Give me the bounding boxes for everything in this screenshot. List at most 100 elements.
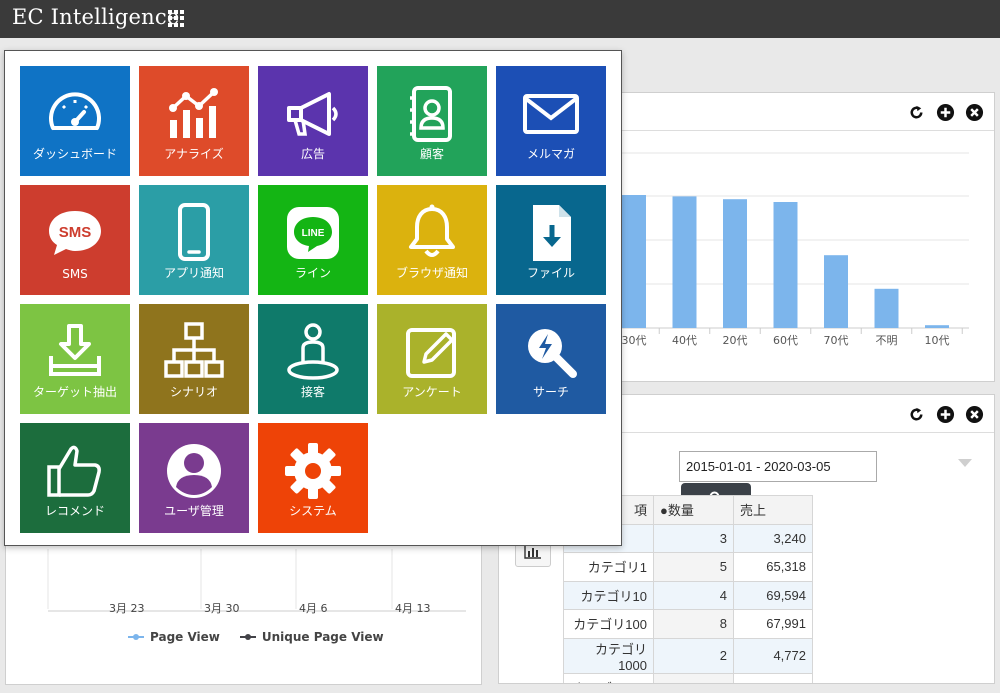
legend-marker-icon <box>128 632 144 642</box>
bar[interactable] <box>672 196 697 328</box>
sales-cell: 69,594 <box>733 580 813 610</box>
menu-tile-user-management[interactable]: ユーザ管理 <box>139 423 249 533</box>
menu-tile-analyze[interactable]: アナライズ <box>139 66 249 176</box>
dashboard-icon <box>49 92 101 130</box>
bar[interactable] <box>874 288 899 328</box>
x-tick-label: 60代 <box>773 334 798 347</box>
chevron-down-icon[interactable] <box>958 459 972 467</box>
menu-tile-label: 顧客 <box>419 147 444 161</box>
count-cell: 4 <box>653 580 734 610</box>
x-tick-label: 20代 <box>723 334 748 347</box>
app-launcher-menu: ダッシュボード アナライズ 広告 顧客 メルマガ SMS SMS アプリ通知 L… <box>4 50 622 546</box>
count-cell: 2 <box>653 637 734 674</box>
menu-tile-system[interactable]: システム <box>258 423 368 533</box>
svg-text:LINE: LINE <box>302 228 325 239</box>
category-cell: カテゴリ1000 <box>563 637 654 674</box>
user-icon <box>167 444 221 498</box>
scenario-icon <box>164 322 224 378</box>
bar[interactable] <box>723 199 747 328</box>
sms-icon: SMS <box>49 211 101 255</box>
menu-tile-scenario[interactable]: シナリオ <box>139 304 249 414</box>
category-cell: カテゴリ10 <box>563 580 654 610</box>
menu-tile-customers[interactable]: 顧客 <box>377 66 487 176</box>
menu-tile-dashboard[interactable]: ダッシュボード <box>20 66 130 176</box>
line-icon: LINE <box>287 207 339 259</box>
bar[interactable] <box>925 325 949 328</box>
bar[interactable] <box>773 202 798 328</box>
x-tick-label: 3月 30 <box>204 602 240 615</box>
menu-tile-app-notification[interactable]: アプリ通知 <box>139 185 249 295</box>
sales-cell: 65,318 <box>733 552 813 582</box>
count-cell: 3 <box>653 672 734 683</box>
category-cell: カテゴリ1 <box>563 552 654 582</box>
x-tick-label: 3月 23 <box>109 602 145 615</box>
menu-tile-label: ダッシュボード <box>32 147 117 161</box>
x-tick-label: 不明 <box>876 334 898 347</box>
menu-tile-label: ユーザ管理 <box>164 504 224 518</box>
table-row[interactable]: カテゴリ102351,625 <box>563 672 813 683</box>
refresh-icon[interactable] <box>907 405 926 424</box>
app-grid-icon[interactable] <box>168 10 185 27</box>
megaphone-icon <box>287 92 338 136</box>
analyze-icon <box>169 88 218 138</box>
table-row[interactable]: カテゴリ1000 2 4,772 <box>563 637 813 674</box>
x-tick-label: 40代 <box>672 334 697 347</box>
menu-tile-ads[interactable]: 広告 <box>258 66 368 176</box>
legend-marker-icon <box>239 632 256 642</box>
column-header[interactable]: 売上 <box>733 495 813 525</box>
menu-tile-label: メルマガ <box>526 147 575 161</box>
category-cell: カテゴリ100 <box>563 609 654 639</box>
menu-tile-label: アンケート <box>402 385 462 399</box>
x-tick-label: 30代 <box>622 334 647 347</box>
mail-icon <box>523 94 579 134</box>
menu-tile-label: アプリ通知 <box>163 266 224 280</box>
legend-label: Page View <box>150 630 220 644</box>
panel-tools <box>907 405 984 424</box>
menu-tile-search[interactable]: サーチ <box>496 304 606 414</box>
menu-tile-sms[interactable]: SMS SMS <box>20 185 130 295</box>
menu-tile-label: SMS <box>62 267 88 281</box>
table-row[interactable]: カテゴリ1 5 65,318 <box>563 552 813 582</box>
menu-tile-newsletter[interactable]: メルマガ <box>496 66 606 176</box>
line-chart-legend: Page View Unique Page View <box>128 630 384 644</box>
menu-tile-label: アナライズ <box>164 147 224 161</box>
sales-cell: 4,772 <box>733 637 813 674</box>
bar[interactable] <box>824 255 848 328</box>
legend-label: Unique Page View <box>261 630 384 644</box>
column-header[interactable]: ●数量 <box>653 495 734 525</box>
menu-tile-label: ブラウザ通知 <box>395 266 468 280</box>
top-bar: EC Intelligence <box>0 0 1000 38</box>
menu-tile-label: ターゲット抽出 <box>32 385 117 399</box>
count-cell: 8 <box>653 609 734 639</box>
table-row[interactable]: カテゴリ100 8 67,991 <box>563 609 813 639</box>
contacts-icon <box>410 86 452 142</box>
legend-item-unique-page-view[interactable]: Unique Page View <box>239 630 384 644</box>
menu-tile-label: ファイル <box>526 266 575 280</box>
menu-tile-file[interactable]: ファイル <box>496 185 606 295</box>
menu-tile-customer-service[interactable]: 接客 <box>258 304 368 414</box>
menu-tile-recommend[interactable]: レコメンド <box>20 423 130 533</box>
menu-tile-target-extraction[interactable]: ターゲット抽出 <box>20 304 130 414</box>
bar[interactable] <box>622 195 646 328</box>
legend-item-page-view[interactable]: Page View <box>128 630 220 644</box>
add-icon[interactable] <box>936 405 955 424</box>
search-tool-icon <box>528 329 577 378</box>
table-row[interactable]: カテゴリ10 4 69,594 <box>563 580 813 610</box>
date-range-input[interactable] <box>679 451 877 482</box>
close-icon[interactable] <box>965 405 984 424</box>
sales-cell: 3,240 <box>733 523 813 553</box>
x-tick-label: 70代 <box>824 334 849 347</box>
app-title: EC Intelligence <box>12 5 180 29</box>
file-download-icon <box>533 205 571 261</box>
x-tick-label: 4月 13 <box>395 602 431 615</box>
x-tick-label: 4月 6 <box>299 602 328 615</box>
extract-icon <box>49 324 101 376</box>
survey-icon <box>406 328 456 378</box>
menu-tile-browser-notification[interactable]: ブラウザ通知 <box>377 185 487 295</box>
menu-tile-survey[interactable]: アンケート <box>377 304 487 414</box>
menu-tile-line[interactable]: LINE ライン <box>258 185 368 295</box>
menu-tile-label: サーチ <box>532 385 569 399</box>
menu-tile-label: 接客 <box>300 385 325 399</box>
menu-tile-label: シナリオ <box>169 385 218 399</box>
menu-tile-label: レコメンド <box>44 504 105 518</box>
